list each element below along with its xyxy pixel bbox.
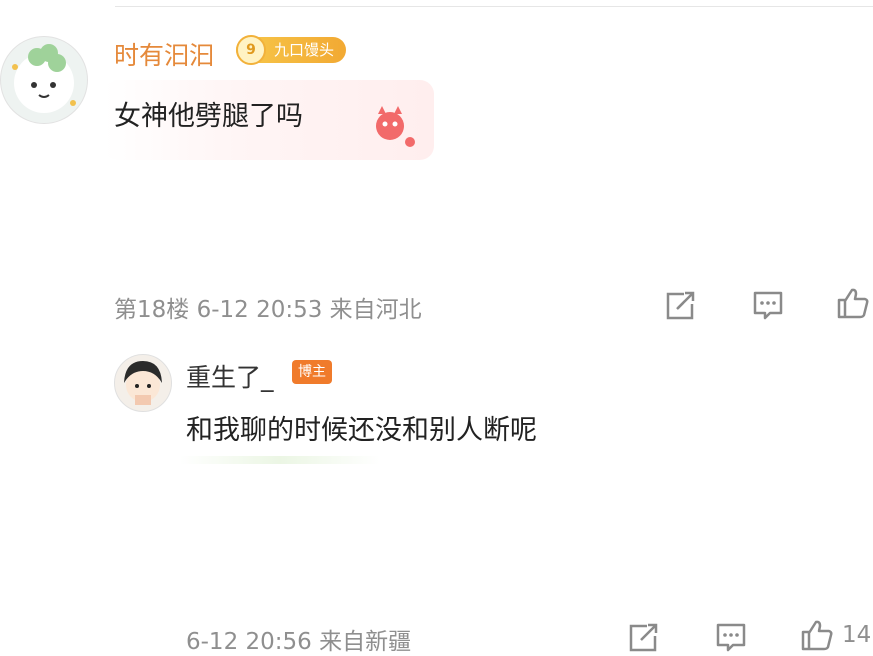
comment-text: 女神他劈腿了吗 <box>114 101 303 132</box>
fan-badge[interactable]: 9 九口馒头 <box>236 35 346 65</box>
reply-meta: 6-12 20:56 来自新疆 <box>186 629 412 655</box>
like-count: 14 <box>842 622 872 648</box>
avatar[interactable] <box>0 36 88 124</box>
reply-avatar[interactable] <box>114 354 172 412</box>
comment-icon[interactable] <box>714 620 748 654</box>
top-divider <box>115 6 873 7</box>
like-icon[interactable] <box>836 286 870 320</box>
like-icon[interactable] <box>800 618 834 652</box>
comment-icon[interactable] <box>751 288 785 322</box>
fan-badge-label: 九口馒头 <box>274 41 335 59</box>
username[interactable]: 时有汩汩 <box>114 36 214 72</box>
reply-username[interactable]: 重生了_ <box>186 358 274 394</box>
share-icon[interactable] <box>627 620 661 654</box>
fan-level-badge: 9 <box>236 35 266 65</box>
bubble-decoration-sticker <box>368 100 424 160</box>
reply-bubble-trace <box>180 456 380 464</box>
comment-meta: 第18楼 6-12 20:53 来自河北 <box>114 297 422 323</box>
author-badge: 博主 <box>292 360 332 384</box>
reply-text: 和我聊的时候还没和别人断呢 <box>186 415 537 446</box>
share-icon[interactable] <box>664 288 698 322</box>
